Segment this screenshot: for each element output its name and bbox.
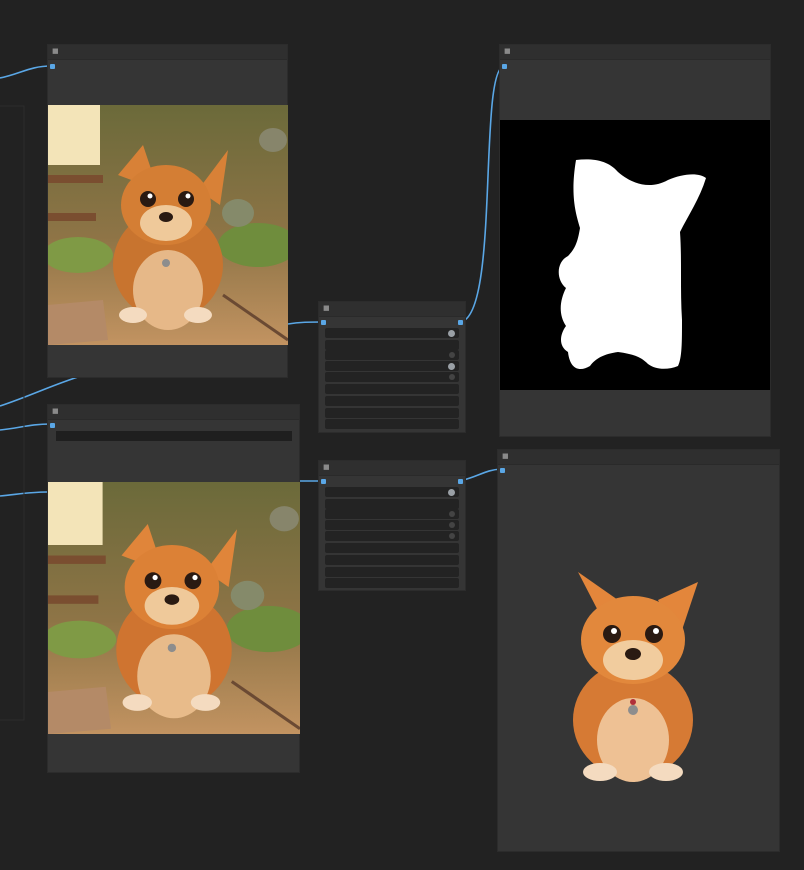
toggle-knob-icon[interactable]	[449, 522, 455, 528]
setting-row[interactable]	[325, 361, 459, 371]
setting-row[interactable]	[325, 531, 459, 541]
toggle-knob-icon[interactable]	[448, 489, 455, 496]
wire-settings-to-mask	[459, 65, 505, 323]
toggle-knob-icon[interactable]	[449, 352, 455, 358]
setting-row[interactable]	[325, 350, 459, 360]
dog-cutout-illustration	[573, 572, 698, 782]
load-image-node-top[interactable]: ■	[47, 44, 288, 378]
cutout-image-preview	[548, 560, 718, 790]
mask-preview-node[interactable]: ■	[499, 44, 771, 437]
collapse-dot-icon[interactable]: ■	[323, 305, 330, 312]
collapse-dot-icon[interactable]: ■	[52, 408, 59, 415]
setting-row[interactable]	[325, 408, 459, 418]
node-header[interactable]: ■	[48, 405, 299, 420]
setting-row[interactable]	[325, 555, 459, 565]
node-header[interactable]: ■	[500, 45, 770, 60]
cutout-preview-node[interactable]: ■	[497, 449, 780, 852]
connection-port-icon[interactable]	[458, 479, 463, 484]
side-frame	[0, 105, 25, 721]
connection-port-icon[interactable]	[50, 423, 55, 428]
collapse-dot-icon[interactable]: ■	[504, 48, 511, 55]
filename-field[interactable]	[56, 431, 292, 441]
setting-row[interactable]	[325, 328, 459, 338]
connection-port-icon[interactable]	[458, 320, 463, 325]
dog-image-preview	[48, 105, 288, 345]
dog-mask-silhouette	[558, 159, 706, 370]
toggle-knob-icon[interactable]	[449, 374, 455, 380]
dog-image-preview	[48, 482, 300, 734]
collapse-dot-icon[interactable]: ■	[502, 453, 509, 460]
wire-settings-to-cutout	[459, 468, 502, 482]
setting-row[interactable]	[325, 543, 459, 553]
setting-row[interactable]	[325, 372, 459, 382]
remove-background-node-bottom[interactable]: ■	[318, 460, 466, 591]
toggle-knob-icon[interactable]	[449, 533, 455, 539]
wire-top-img-to-settings	[287, 321, 323, 325]
mask-image-preview	[500, 120, 770, 390]
node-header[interactable]: ■	[48, 45, 287, 60]
setting-row[interactable]	[325, 396, 459, 406]
wire-into-top-loader	[0, 65, 52, 79]
toggle-knob-icon[interactable]	[448, 330, 455, 337]
node-header[interactable]: ■	[498, 450, 779, 465]
setting-row[interactable]	[325, 384, 459, 394]
setting-row[interactable]	[325, 567, 459, 577]
node-header[interactable]: ■	[319, 461, 465, 476]
toggle-knob-icon[interactable]	[449, 511, 455, 517]
wire-into-bottom-loader	[0, 423, 52, 431]
setting-row[interactable]	[325, 340, 459, 350]
setting-row[interactable]	[325, 509, 459, 519]
connection-port-icon[interactable]	[321, 320, 326, 325]
setting-row[interactable]	[325, 419, 459, 429]
collapse-dot-icon[interactable]: ■	[323, 464, 330, 471]
wire-into-bottom-image	[0, 491, 48, 497]
setting-row[interactable]	[325, 487, 459, 497]
setting-row[interactable]	[325, 520, 459, 530]
remove-background-node-top[interactable]: ■	[318, 301, 466, 433]
dog-illustration	[48, 482, 300, 734]
dog-illustration	[48, 105, 288, 345]
connection-port-icon[interactable]	[50, 64, 55, 69]
connection-port-icon[interactable]	[321, 479, 326, 484]
toggle-knob-icon[interactable]	[448, 363, 455, 370]
node-header[interactable]: ■	[319, 302, 465, 317]
connection-port-icon[interactable]	[502, 64, 507, 69]
connection-port-icon[interactable]	[500, 468, 505, 473]
collapse-dot-icon[interactable]: ■	[52, 48, 59, 55]
wire-diagonal-left	[0, 376, 79, 407]
setting-row[interactable]	[325, 578, 459, 588]
load-image-node-bottom[interactable]: ■	[47, 404, 300, 773]
setting-row[interactable]	[325, 499, 459, 509]
